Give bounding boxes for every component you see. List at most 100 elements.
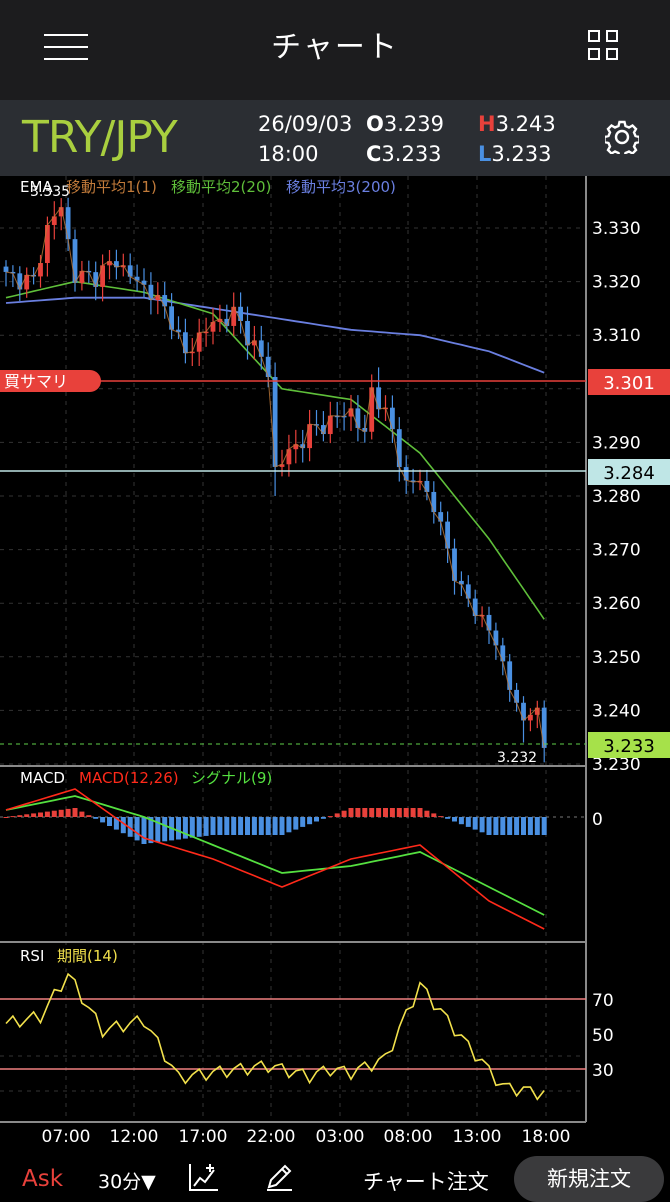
macd-histogram-bar <box>500 817 506 835</box>
macd-histogram-bar <box>300 817 306 827</box>
macd-histogram-bar <box>258 817 264 835</box>
chart-order-button[interactable]: チャート注文 <box>363 1166 489 1196</box>
candle-body <box>327 415 333 435</box>
candle-body <box>286 449 292 465</box>
macd-histogram-bar <box>141 817 147 844</box>
candle-body <box>507 661 513 690</box>
time-tick: 22:00 <box>247 1127 296 1147</box>
macd-histogram-bar <box>293 817 299 830</box>
grid-layout-icon[interactable] <box>588 30 620 62</box>
macd-histogram-bar <box>176 817 181 840</box>
macd-panel-label: MACD <box>20 769 65 787</box>
macd-histogram-bar <box>383 808 388 817</box>
macd-histogram-bar <box>79 811 85 817</box>
macd-histogram-bar <box>348 808 354 817</box>
macd-histogram-bar <box>265 817 271 835</box>
macd-histogram-bar <box>514 817 520 835</box>
price-tick: 3.260 <box>592 594 641 614</box>
currency-pair[interactable]: TRY/JPY <box>22 112 178 163</box>
top-bar: チャート <box>0 0 670 100</box>
macd-histogram-bar <box>341 810 347 817</box>
macd-histogram-bar <box>431 813 437 817</box>
buy-summary-price: 3.301 <box>603 373 655 394</box>
macd-histogram-bar <box>445 817 451 819</box>
candle-body <box>438 512 444 522</box>
candle-body <box>403 467 409 481</box>
macd-histogram-bar <box>534 817 540 835</box>
price-tick: 3.240 <box>592 701 641 721</box>
candle-body <box>196 332 202 352</box>
candle-body <box>45 224 50 264</box>
candle-body <box>445 521 450 549</box>
macd-histogram-bar <box>541 817 547 835</box>
macd-histogram-bar <box>224 817 230 835</box>
macd-histogram-bar <box>472 817 478 830</box>
ma3-legend: 移動平均3(200) <box>286 178 396 196</box>
macd-histogram-bar <box>334 813 340 817</box>
macd-histogram-bar <box>155 817 161 843</box>
settings-gear-icon[interactable] <box>605 120 639 154</box>
macd-histogram-bar <box>31 813 37 817</box>
macd-histogram-bar <box>231 817 237 835</box>
timeframe-selector[interactable]: 30分▼ <box>98 1167 156 1194</box>
macd-histogram-bar <box>162 817 168 842</box>
candle-body <box>183 332 188 354</box>
macd-histogram-bar <box>286 817 292 833</box>
candle-body <box>500 645 506 662</box>
new-order-button[interactable]: 新規注文 <box>514 1156 664 1202</box>
close-value: C3.233 <box>366 142 442 166</box>
candle-body <box>3 266 9 272</box>
macd-histogram-bar <box>410 808 416 817</box>
indicator-icon[interactable] <box>188 1162 220 1192</box>
time-tick: 17:00 <box>179 1127 228 1147</box>
rsi-panel-label: RSI <box>20 947 44 965</box>
candle-body <box>272 377 278 467</box>
high-label: H <box>478 112 496 136</box>
macd-histogram-bar <box>10 816 16 818</box>
price-tick: 3.270 <box>592 541 641 561</box>
candle-body <box>127 265 133 277</box>
candle-body <box>93 272 99 287</box>
time-tick: 18:00 <box>522 1127 571 1147</box>
last-price: 3.233 <box>603 736 655 757</box>
macd-histogram-bar <box>493 817 499 835</box>
macd-histogram-bar <box>217 817 223 835</box>
candle-body <box>521 702 526 721</box>
macd-histogram-bar <box>486 817 492 835</box>
open-value: O3.239 <box>366 112 444 136</box>
macd-histogram-bar <box>238 817 244 835</box>
candle-body <box>265 356 271 378</box>
macd-histogram-bar <box>196 817 202 837</box>
macd-histogram-bar <box>521 817 526 835</box>
time-tick: 08:00 <box>384 1127 433 1147</box>
time-tick: 13:00 <box>453 1127 502 1147</box>
price-tick: 3.310 <box>592 326 641 346</box>
candle-body <box>465 584 471 599</box>
chart-area[interactable]: EMA 移動平均1(1) 移動平均2(20) 移動平均3(200) 3.3303… <box>0 176 670 1150</box>
macd-histogram-bar <box>396 808 402 817</box>
candle-body <box>493 630 499 646</box>
time-tick: 07:00 <box>42 1127 91 1147</box>
macd-histogram-bar <box>458 817 464 825</box>
ma2-legend: 移動平均2(20) <box>171 178 271 196</box>
ask-toggle[interactable]: Ask <box>22 1166 63 1192</box>
macd-histogram-bar <box>100 817 106 823</box>
close-label: C <box>366 142 382 166</box>
time-tick: 03:00 <box>316 1127 365 1147</box>
macd-histogram-bar <box>251 817 257 835</box>
rsi-tick-70: 70 <box>592 991 614 1011</box>
candle-body <box>162 295 168 307</box>
macd-histogram-bar <box>320 817 326 819</box>
candle-body <box>238 306 243 321</box>
macd-histogram-bar <box>72 808 78 817</box>
macd-histogram-bar <box>44 811 50 817</box>
macd-histogram-bar <box>327 816 333 818</box>
candle-body <box>486 614 492 631</box>
candle-body <box>100 265 105 287</box>
draw-pencil-icon[interactable] <box>264 1162 294 1192</box>
bottom-toolbar: Ask 30分▼ チャート注文 新規注文 <box>0 1150 670 1202</box>
low-label: L <box>478 142 492 166</box>
macd-zero-tick: 0 <box>592 810 603 830</box>
price-tick: 3.290 <box>592 433 641 453</box>
macd-histogram-bar <box>452 817 457 822</box>
